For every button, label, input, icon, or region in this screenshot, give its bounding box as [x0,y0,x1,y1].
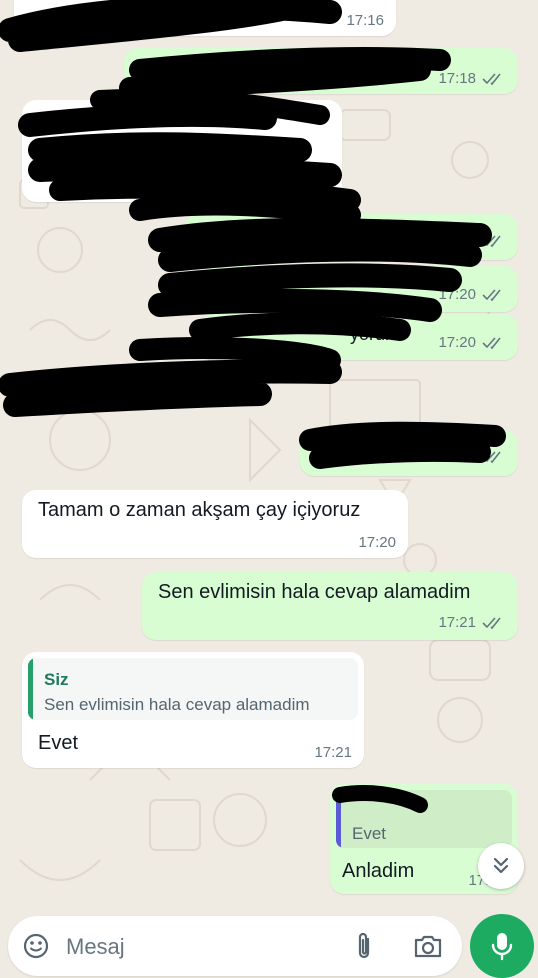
attach-button[interactable] [348,930,380,962]
time-label: 17:18 [438,70,476,87]
message-incoming[interactable] [22,100,342,202]
double-chevron-down-icon [493,857,509,874]
message-text: yorum [350,324,401,344]
time-label: 17:20 [438,286,476,303]
message-outgoing[interactable] [184,214,518,260]
microphone-icon [491,933,513,961]
read-ticks-icon [482,616,501,629]
scroll-to-bottom-button[interactable] [478,843,524,889]
read-ticks-icon [482,451,501,464]
message-time [482,234,506,248]
voice-record-button[interactable] [470,914,534,978]
message-time [482,450,506,464]
quote-author: Siz [44,670,69,689]
read-ticks-icon [482,235,501,248]
message-outgoing[interactable]: 17:20 [200,266,518,312]
message-time: 17:16 [346,12,384,29]
message-incoming[interactable]: Siz Sen evlimisin hala cevap alamadim Ev… [22,652,364,768]
message-text: Anladim [342,860,415,882]
message-time: 17:20 [358,534,396,551]
message-time: 17:20 [438,286,506,303]
message-incoming[interactable]: Tamam o zaman akşam çay içiyoruz 17:20 [22,490,408,558]
emoji-button[interactable] [20,930,52,962]
paperclip-icon [358,932,370,959]
time-label: 17:21 [438,614,476,631]
read-ticks-icon [482,72,501,85]
quoted-message[interactable]: Evet [336,790,512,848]
message-incoming[interactable]: 17:16 [14,0,396,36]
read-ticks-icon [482,288,501,301]
quote-text: Sen evlimisin hala cevap alamadim [44,695,310,714]
time-label: 17:16 [346,12,384,29]
emoji-icon [23,933,49,959]
camera-icon [414,935,442,958]
message-outgoing[interactable]: yorum 17:20 [200,314,518,360]
quoted-message[interactable]: Siz Sen evlimisin hala cevap alamadim [28,658,358,720]
quote-text: Evet [352,824,387,843]
time-label: 17:21 [314,744,352,761]
message-time: 17:20 [438,334,506,351]
camera-button[interactable] [410,930,446,962]
message-text: Sen evlimisin hala cevap alamadim [158,581,471,603]
time-label: 17:20 [358,534,396,551]
message-outgoing[interactable] [300,430,518,476]
message-outgoing[interactable]: Sen evlimisin hala cevap alamadim 17:21 [142,572,518,640]
message-text: Evet [38,732,79,754]
message-outgoing[interactable]: 17:18 [124,48,518,94]
message-composer[interactable]: Mesaj [8,916,462,976]
quote-accent-bar [336,790,341,848]
message-time: 17:21 [314,744,352,761]
time-label: 17:20 [438,334,476,351]
read-ticks-icon [482,336,501,349]
message-time: 17:21 [438,614,506,631]
message-time: 17:18 [438,70,506,87]
message-input[interactable]: Mesaj [66,934,125,960]
quote-accent-bar [28,658,33,720]
message-text: Tamam o zaman akşam çay içiyoruz [38,499,361,521]
